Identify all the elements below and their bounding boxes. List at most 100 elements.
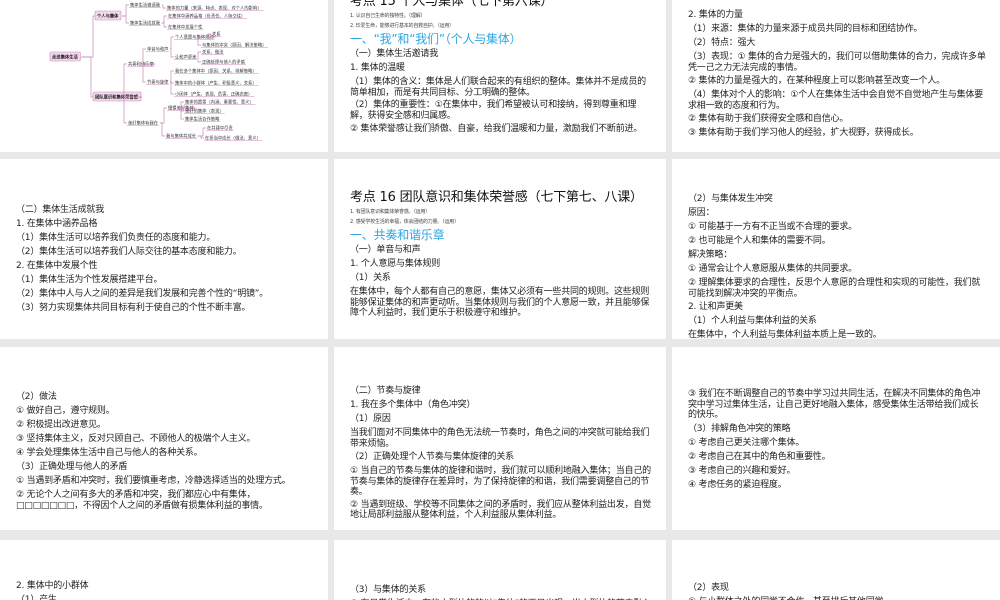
mindmap-node-label: 集体生活合作策略: [185, 116, 220, 123]
mindmap-connector: [170, 70, 174, 83]
mind-map: 走进集体生活 个人与集体 集体生活邀请我集体的力量（来源、特点、表现、对个人的影响）…: [49, 2, 268, 142]
slide-12[interactable]: （2）表现 ① 与小群体之外的同学不合作，甚至排斥其他同学...: [672, 540, 1000, 600]
slide-10[interactable]: 2. 集体中的小群体 （1）产生: [0, 540, 328, 600]
slide-11[interactable]: （3）与集体的关系① 在日常生活中，有些小群体的的以“集体”的面目出现，当小群体…: [334, 540, 666, 600]
mindmap-connector: [170, 81, 174, 95]
mindmap-node-label: 我与集体共成长: [166, 133, 197, 140]
text-line: 1. 我在多个集体中（角色冲突）: [350, 400, 476, 410]
mindmap-node-label: 个人与集体: [96, 13, 119, 20]
mindmap-node-label: 正确处理与他人的矛盾: [202, 59, 246, 66]
mindmap-connector: [81, 56, 94, 98]
slide-3[interactable]: 2. 集体的力量 （1）来源：集体的力量来源于成员共同的目标和团结协作。 （2）特点…: [672, 0, 1000, 152]
text-line: （1）关系: [350, 273, 391, 283]
text-line: ① 当自己的节奏与集体的旋律和谐时，我们就可以顺利地融入集体；当自己的节奏与集体…: [350, 466, 651, 497]
mindmap-node-label: 集体生活邀请我: [130, 2, 161, 9]
text-line: （2）集体的重要性：①在集体中，我们希望被认可和接纳，得到尊重和理解，获得安全感…: [350, 100, 637, 121]
text-line: （2）与集体发生冲突: [688, 194, 773, 204]
mindmap-node-label: 走进集体生活: [51, 54, 78, 61]
text-line: （2）特点：强大: [688, 38, 756, 48]
text-line: 当我们面对不同集体中的角色无法统一节奏时，角色之间的冲突就可能给我们带来烦恼。: [350, 428, 650, 449]
text-line: ② 无论个人之间有多大的矛盾和冲突，我们都应心中有集体，□□□□□□□，不得因个…: [16, 490, 268, 511]
text-line: ④ 学会处理集体生活中自己与他人的各种关系。: [16, 448, 203, 458]
text-line: （一）集体生活邀请我: [350, 49, 439, 59]
text-line: （3）与集体的关系: [350, 585, 426, 595]
slide-content: ③ 我们在不断调整自己的节奏中学习过共同生活，在解决不同集体的角色冲突中学习过集…: [688, 387, 986, 492]
text-line: 1. 个人意愿与集体规则: [350, 259, 441, 269]
text-line: ② 集体有助于我们获得安全感和自信心。: [688, 114, 849, 124]
mindmap-node-label: 小团体（产生、表现、危害、正确态度）: [175, 91, 252, 98]
text-line: （1）产生: [16, 595, 57, 600]
mindmap-node-label: 在集体中涵养品格（负责任、人际交往）: [168, 13, 245, 20]
slide-2[interactable]: 考点 15 个人与集体（七下第六课） 1. 认识自己生命的独特性。（理解） 2. 珍…: [334, 0, 666, 152]
text-line: （1）集体的含义：集体是人们联合起来的有组织的整体。集体并不是成员的简单相加，而…: [350, 77, 646, 98]
mindmap-node-label: 在共建中尽责: [207, 125, 233, 132]
text-line: （1）原因: [350, 414, 391, 424]
slide-content: （2）表现 ① 与小群体之外的同学不合作，甚至排斥其他同学...: [688, 581, 986, 600]
slide-7[interactable]: （2）做法 ① 做好自己，遵守规则。 ② 积极提出改进意见。 ③ 坚持集体主义，反对只…: [0, 347, 328, 530]
text-line: 在集体中，个人利益与集体利益本质上是一致的。: [688, 330, 882, 339]
text-line: ① 可能基于一方有不正当或不合理的要求。: [688, 222, 857, 232]
slide-9[interactable]: ③ 我们在不断调整自己的节奏中学习过共同生活，在解决不同集体的角色冲突中学习过集…: [672, 347, 1000, 530]
text-line: （3）努力实现集体共同目标有利于使自己的个性不断丰富。: [16, 303, 251, 313]
slide-content: （3）与集体的关系① 在日常生活中，有些小群体的的以“集体”的面目出现，当小群体…: [350, 583, 652, 600]
text-line: ③ 我们在不断调整自己的节奏中学习过共同生活，在解决不同集体的角色冲突中学习过集…: [688, 389, 981, 420]
text-line: 1. 在集体中涵养品格: [16, 219, 98, 229]
mindmap-connector: [122, 4, 129, 17]
mindmap-node-label: 在担当中成长（做法、意义）: [205, 135, 261, 142]
text-line: 原因：: [688, 208, 715, 218]
mindmap-connector: [122, 15, 129, 24]
slide-content: （二）集体生活成就我 1. 在集体中涵养品格 （1）集体生活可以培养我们负责任的态度…: [16, 203, 314, 315]
text-line: （3）排解角色冲突的策略: [688, 423, 791, 434]
mindmap-node-label: 我在多个集体中（原因、关系、排解策略）: [175, 68, 257, 75]
mindmap-connector: [197, 57, 201, 63]
text-line: 解决策略：: [688, 250, 733, 260]
text-line: ② 集体的力量是强大的，在某种程度上可以影响甚至改变一个人。: [688, 76, 945, 86]
slide-title: 考点 15 个人与集体（七下第六课）: [350, 0, 554, 9]
mindmap-node-label: 集体中的小群体（产生、积极意义、关系）: [175, 80, 257, 87]
slide-6[interactable]: （2）与集体发生冲突 原因： ① 可能基于一方有不正当或不合理的要求。 ② 也可能是个…: [672, 159, 1000, 339]
text-line: （一）单音与和声: [350, 245, 421, 255]
text-line: ① 通常会让个人意愿服从集体的共同要求。: [688, 264, 857, 274]
section-heading: 一、“我”和“我们”（个人与集体）: [350, 32, 522, 46]
text-line: 2. 珍爱生命，能够进行基本的自救自护。（运用）: [350, 23, 455, 29]
text-line: （3）表现：① 集体的合力是强大的，我们可以借助集体的合力，完成许多单凭一己之力…: [688, 52, 986, 73]
slide-content: 考点 15 个人与集体（七下第六课） 1. 认识自己生命的独特性。（理解） 2. 珍…: [350, 0, 652, 136]
text-line: ① 考虑自己更关注哪个集体。: [688, 437, 805, 448]
slide-8[interactable]: （二）节奏与旋律 1. 我在多个集体中（角色冲突） （1）原因当我们面对不同集体中的…: [334, 347, 666, 530]
text-line: （1）个人利益与集体利益的关系: [688, 316, 817, 326]
text-line: 1. 有团队意识和集体荣誉感。（运用）: [350, 209, 431, 215]
slide-5[interactable]: 考点 16 团队意识和集体荣誉感（七下第七、八课） 1. 有团队意识和集体荣誉感。…: [334, 159, 666, 339]
text-line: ② 积极提出改进意见。: [16, 420, 106, 430]
text-line: ② 集体荣誉感让我们骄傲、自豪，给我们温暖和力量，激励我们不断前进。: [350, 124, 643, 134]
mindmap-connector: [161, 22, 167, 28]
text-line: （二）节奏与旋律: [350, 386, 421, 396]
text-line: 2. 让和声更美: [688, 302, 743, 312]
text-line: （2）做法: [16, 392, 57, 402]
mindmap-node-label: 单音与和声: [147, 46, 168, 53]
slide-4[interactable]: （二）集体生活成就我 1. 在集体中涵养品格 （1）集体生活可以培养我们负责任的态度…: [0, 159, 328, 339]
text-line: 1. 集体的温暖: [350, 63, 405, 73]
slide-1-mindmap[interactable]: 走进集体生活 个人与集体 集体生活邀请我 集体的力量（来源、特点、表现、对个人的影响）…: [0, 0, 328, 152]
mindmap-connector: [161, 15, 167, 24]
text-line: 2. 感受学校生活的幸福，体会团结的力量。（运用）: [350, 219, 459, 225]
slide-content: 2. 集体中的小群体 （1）产生: [16, 579, 314, 600]
text-line: ③ 坚持集体主义，反对只顾自己、不顾他人的极端个人主义。: [16, 434, 256, 444]
mindmap-node-label: 节奏与旋律: [147, 79, 169, 86]
mindmap-node-label: 集体的愿景（内涵、重要性、意义）: [185, 99, 254, 106]
text-line: （1）集体生活可以培养我们负责任的态度和能力。: [16, 233, 216, 243]
mindmap-connector: [159, 107, 167, 124]
mindmap-connector: [81, 15, 96, 58]
text-line: ① 当遇到矛盾和冲突时，我们要慎重考虑，冷静选择适当的处理方式。: [16, 476, 291, 486]
text-line: （2）表现: [688, 583, 729, 593]
mindmap-node-label: 美好集体有我在: [128, 120, 159, 127]
mindmap-node-label: 关系: [212, 31, 221, 38]
slide-content: （二）节奏与旋律 1. 我在多个集体中（角色冲突） （1）原因当我们面对不同集体中的…: [350, 384, 652, 522]
mindmap-connector: [197, 127, 206, 137]
text-line: 在集体中，每个人都有自己的意愿，集体又必须有一些共同的规则。这些规则能够保证集体…: [350, 287, 650, 318]
mindmap-connector: [161, 4, 166, 9]
text-line: ① 做好自己，遵守规则。: [16, 406, 115, 416]
text-line: （3）正确处理与他人的矛盾: [16, 462, 128, 472]
mindmap-node-label: 关系、做法: [202, 49, 224, 56]
text-line: （二）集体生活成就我: [16, 205, 105, 215]
text-line: 2. 集体中的小群体: [16, 581, 89, 591]
